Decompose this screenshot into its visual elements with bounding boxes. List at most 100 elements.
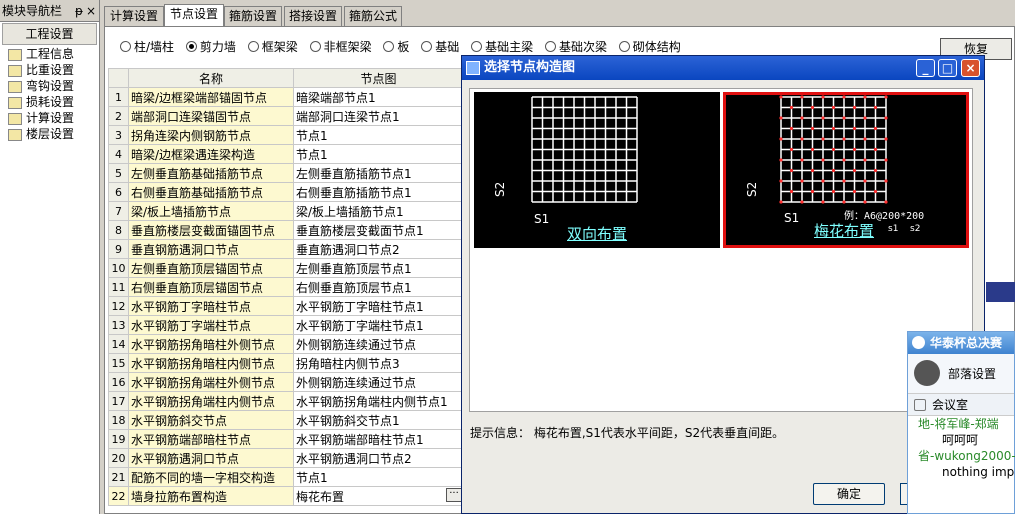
row-name: 水平钢筋斜交节点 [128,410,294,430]
table-row[interactable]: 17 水平钢筋拐角端柱内侧节点 水平钢筋拐角端柱内侧节点1 [108,391,464,411]
folder-icon [8,48,22,61]
floor-icon [8,128,22,141]
table-row[interactable]: 9 垂直钢筋遇洞口节点 垂直筋遇洞口节点2 [108,239,464,259]
radio-masonry[interactable]: 砌体结构 [618,38,681,55]
svg-text:S1: S1 [784,211,799,225]
table-row[interactable]: 8 垂直筋楼层变截面锚固节点 垂直筋楼层变截面节点1 [108,220,464,240]
chat-sender: 地-将军峰-郑端 [918,417,999,431]
row-node-value[interactable]: 水平钢筋斜交节点1 [293,410,464,430]
row-name: 配筋不同的墙一字相交构造 [128,467,294,487]
ok-button[interactable]: 确定 [813,483,885,505]
table-row[interactable]: 2 端部洞口连梁锚固节点 端部洞口连梁节点1 [108,106,464,126]
nav-item-weight[interactable]: 比重设置 [0,62,99,78]
row-number: 20 [108,448,129,468]
radio-foundation[interactable]: 基础 [421,38,459,55]
table-row[interactable]: 13 水平钢筋丁字端柱节点 水平钢筋丁字端柱节点1 [108,315,464,335]
row-number: 10 [108,258,129,278]
table-row[interactable]: 15 水平钢筋拐角暗柱内侧节点 拐角暗柱内侧节点3 [108,353,464,373]
table-row[interactable]: 12 水平钢筋丁字暗柱节点 水平钢筋丁字暗柱节点1 [108,296,464,316]
row-number: 7 [108,201,129,221]
row-node-value[interactable]: 节点1 [293,125,464,145]
nav-item-project-info[interactable]: 工程信息 [0,46,99,62]
table-row[interactable]: 21 配筋不同的墙一字相交构造 节点1 [108,467,464,487]
ellipsis-button[interactable]: ··· [446,487,462,502]
hook-icon [8,80,22,93]
table-row[interactable]: 19 水平钢筋端部暗柱节点 水平钢筋端部暗柱节点1 [108,429,464,449]
meeting-room[interactable]: 会议室 [908,394,1014,416]
row-node-value[interactable]: 节点1 [293,144,464,164]
row-node-value[interactable]: 垂直筋楼层变截面节点1 [293,220,464,240]
row-node-value[interactable]: 拐角暗柱内侧节点3 [293,353,464,373]
row-name: 水平钢筋拐角端柱外侧节点 [128,372,294,392]
row-node-value[interactable]: 水平钢筋遇洞口节点2 [293,448,464,468]
weight-icon [8,64,22,77]
radio-slab[interactable]: 板 [383,38,409,55]
tab-calc[interactable]: 计算设置 [104,6,164,26]
row-node-value[interactable]: 水平钢筋端部暗柱节点1 [293,429,464,449]
table-row[interactable]: 20 水平钢筋遇洞口节点 水平钢筋遇洞口节点2 [108,448,464,468]
option-bidirectional[interactable]: S2 S1 双向布置 [474,92,720,248]
row-name: 水平钢筋丁字暗柱节点 [128,296,294,316]
nav-header: 模块导航栏 ᵽ × [0,0,99,22]
row-node-value[interactable]: 右侧垂直筋顶层节点1 [293,277,464,297]
row-node-value[interactable]: 垂直筋遇洞口节点2 [293,239,464,259]
nav-section-project-settings[interactable]: 工程设置 [2,23,97,45]
radio-non-frame-beam[interactable]: 非框架梁 [309,38,372,55]
row-name: 墙身拉筋布置构造 [128,486,294,506]
table-row[interactable]: 11 右侧垂直筋顶层锚固节点 右侧垂直筋顶层节点1 [108,277,464,297]
row-node-value[interactable]: 外侧钢筋连续通过节点 [293,372,464,392]
row-node-value[interactable]: 水平钢筋拐角端柱内侧节点1 [293,391,464,411]
table-row[interactable]: 5 左侧垂直筋基础插筋节点 左侧垂直筋插筋节点1 [108,163,464,183]
table-row[interactable]: 18 水平钢筋斜交节点 水平钢筋斜交节点1 [108,410,464,430]
nav-item-floor[interactable]: 楼层设置 [0,126,99,142]
table-row[interactable]: 4 暗梁/边框梁遇连梁构造 节点1 [108,144,464,164]
table-row[interactable]: 16 水平钢筋拐角端柱外侧节点 外侧钢筋连续通过节点 [108,372,464,392]
table-row[interactable]: 14 水平钢筋拐角暗柱外侧节点 外侧钢筋连续通过节点 [108,334,464,354]
row-node-value[interactable]: 节点1 [293,467,464,487]
table-row[interactable]: 22 墙身拉筋布置构造 梅花布置 ··· [108,486,464,506]
row-node-value[interactable]: 暗梁端部节点1 [293,87,464,107]
dialog-titlebar: 选择节点构造图 _ □ × [462,56,984,80]
table-row[interactable]: 10 左侧垂直筋顶层锚固节点 左侧垂直筋顶层节点1 [108,258,464,278]
tab-node[interactable]: 节点设置 [164,4,224,26]
radio-frame-beam[interactable]: 框架梁 [247,38,298,55]
tab-stirrup[interactable]: 箍筋设置 [224,6,282,26]
nav-item-loss[interactable]: 损耗设置 [0,94,99,110]
table-row[interactable]: 1 暗梁/边框梁端部锚固节点 暗梁端部节点1 [108,87,464,107]
nav-item-hook[interactable]: 弯钩设置 [0,78,99,94]
svg-text:s2: s2 [910,224,920,234]
svg-text:s1: s1 [888,224,898,234]
row-node-value[interactable]: 外侧钢筋连续通过节点 [293,334,464,354]
tribe-settings[interactable]: 部落设置 [908,354,1014,394]
row-node-value[interactable]: 左侧垂直筋顶层节点1 [293,258,464,278]
tab-stirrup-formula[interactable]: 箍筋公式 [344,6,402,26]
maximize-button[interactable]: □ [938,59,957,77]
row-name: 水平钢筋拐角暗柱外侧节点 [128,334,294,354]
table-row[interactable]: 7 梁/板上墙插筋节点 梁/板上墙插筋节点1 [108,201,464,221]
table-row[interactable]: 3 拐角连梁内侧钢筋节点 节点1 [108,125,464,145]
row-node-value[interactable]: 梁/板上墙插筋节点1 [293,201,464,221]
row-node-value[interactable]: 右侧垂直筋插筋节点1 [293,182,464,202]
row-node-value[interactable]: 左侧垂直筋插筋节点1 [293,163,464,183]
radio-foundation-sub-beam[interactable]: 基础次梁 [544,38,607,55]
tab-lap[interactable]: 搭接设置 [284,6,342,26]
radio-foundation-main-beam[interactable]: 基础主梁 [471,38,533,55]
row-node-value[interactable]: 梅花布置 ··· [293,486,464,506]
row-name: 左侧垂直筋顶层锚固节点 [128,258,294,278]
row-number: 12 [108,296,129,316]
nav-close-icon[interactable]: × [86,0,96,22]
row-name: 水平钢筋拐角端柱内侧节点 [128,391,294,411]
option-plum-blossom[interactable]: S2 S1 例：A6@200*200 s1 s2 梅花布置 [723,92,969,248]
row-number: 5 [108,163,129,183]
table-row[interactable]: 6 右侧垂直筋基础插筋节点 右侧垂直筋插筋节点1 [108,182,464,202]
row-node-value[interactable]: 水平钢筋丁字端柱节点1 [293,315,464,335]
row-node-value[interactable]: 端部洞口连梁节点1 [293,106,464,126]
row-node-value[interactable]: 水平钢筋丁字暗柱节点1 [293,296,464,316]
minimize-button[interactable]: _ [916,59,935,77]
radio-shear-wall[interactable]: 剪力墙 [185,38,236,55]
row-name: 水平钢筋遇洞口节点 [128,448,294,468]
pin-icon[interactable]: ᵽ [75,0,83,22]
nav-item-calc[interactable]: 计算设置 [0,110,99,126]
close-button[interactable]: × [961,59,980,77]
radio-column[interactable]: 柱/墙柱 [120,38,174,55]
